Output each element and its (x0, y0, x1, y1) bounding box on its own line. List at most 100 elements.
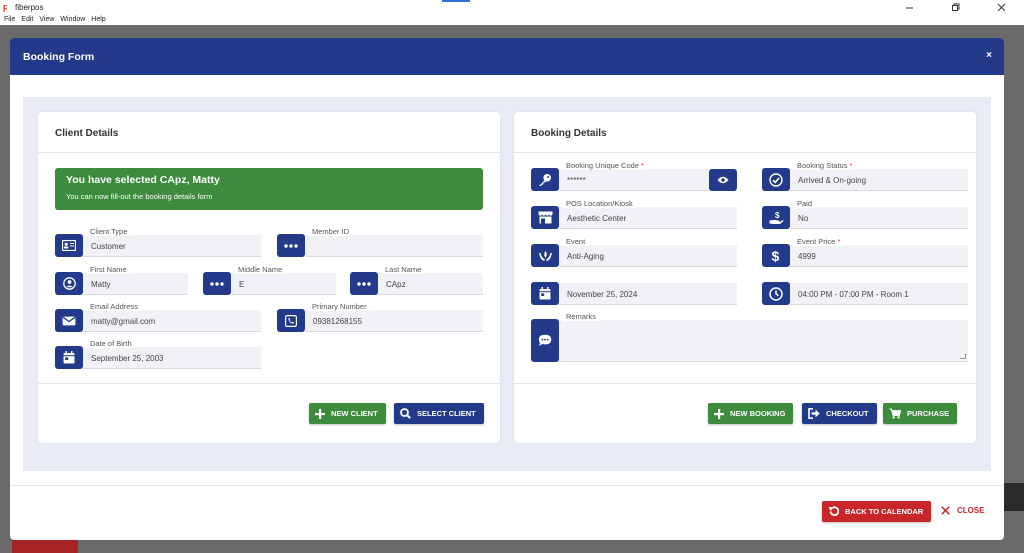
card-divider (514, 383, 976, 384)
phone-icon (277, 309, 305, 332)
user-circle-icon (55, 272, 83, 295)
booking-date-field[interactable]: November 25, 2024 (531, 282, 737, 305)
client-type-field[interactable]: Customer Client Type (55, 227, 261, 257)
paid-label: Paid (794, 199, 816, 208)
new-client-button[interactable]: NEW CLIENT (309, 403, 386, 424)
event-price-field[interactable]: $ 4999 Event Price * (762, 237, 968, 267)
store-icon (531, 206, 559, 229)
svg-text:$: $ (772, 249, 780, 263)
remarks-label: Remarks (563, 312, 600, 321)
menu-window[interactable]: Window (60, 16, 85, 23)
window-titlebar: ϝ fiberpos (0, 0, 1024, 14)
event-price-label: Event Price * (794, 237, 844, 246)
menubar: File Edit View Window Help (0, 14, 1024, 25)
clock-icon (762, 282, 790, 305)
date-of-birth-value: September 25, 2003 (91, 354, 164, 363)
titlebar-accent (442, 0, 470, 2)
search-icon (400, 408, 411, 419)
background-button-edge (12, 540, 78, 553)
card-divider (38, 383, 500, 384)
back-to-calendar-button[interactable]: BACK TO CALENDAR (822, 501, 932, 522)
sign-out-icon (808, 408, 820, 419)
booking-status-field[interactable]: Arrived & On-going Booking Status * (762, 161, 968, 191)
new-booking-button[interactable]: NEW BOOKING (708, 403, 794, 424)
booking-form-modal: Booking Form × Client Details You have s… (10, 38, 1004, 540)
booking-unique-code-value: ****** (567, 176, 586, 185)
purchase-button[interactable]: PURCHASE (883, 403, 958, 424)
booking-status-value: Arrived & On-going (798, 176, 867, 185)
client-details-title: Client Details (55, 128, 119, 139)
menu-help[interactable]: Help (91, 16, 105, 23)
date-of-birth-field[interactable]: September 25, 2003 Date of Birth (55, 339, 261, 369)
email-field[interactable]: matty@gmail.com Email Address (55, 302, 261, 332)
date-of-birth-label: Date of Birth (87, 339, 135, 348)
booking-time-field[interactable]: 04:00 PM - 07:00 PM - Room 1 (762, 282, 968, 305)
first-name-label: First Name (87, 265, 130, 274)
window-close-button[interactable] (978, 0, 1024, 14)
member-id-label: Member ID (309, 227, 353, 236)
card-divider (514, 152, 976, 153)
restore-button[interactable] (932, 0, 978, 14)
event-label: Event (563, 237, 589, 246)
booking-unique-code-field[interactable]: ****** Booking Unique Code * (531, 161, 737, 191)
middle-name-label: Middle Name (235, 265, 286, 274)
menu-file[interactable]: File (4, 16, 15, 23)
event-price-value: 4999 (798, 252, 816, 261)
email-label: Email Address (87, 302, 141, 311)
show-code-button[interactable] (709, 169, 737, 191)
purchase-label: PURCHASE (907, 409, 950, 418)
event-value: Anti-Aging (567, 252, 604, 261)
event-field[interactable]: Anti-Aging Event (531, 237, 737, 267)
plus-icon (315, 408, 325, 419)
booking-time-value: 04:00 PM - 07:00 PM - Room 1 (798, 290, 909, 299)
close-icon (997, 3, 1005, 11)
close-icon (941, 506, 950, 515)
last-name-field[interactable]: CApz Last Name (350, 265, 483, 295)
undo-icon (828, 506, 839, 516)
dollar-icon: $ (762, 244, 790, 267)
paid-value: No (798, 214, 809, 223)
middle-name-field[interactable]: E Middle Name (203, 265, 336, 295)
select-client-button[interactable]: SELECT CLIENT (394, 403, 484, 424)
new-booking-label: NEW BOOKING (730, 409, 786, 418)
first-name-field[interactable]: Matty First Name (55, 265, 188, 295)
member-id-field[interactable]: Member ID (277, 227, 483, 257)
banner-subtitle: You can now fill-out the booking details… (66, 192, 213, 201)
checkout-button[interactable]: CHECKOUT (802, 403, 877, 424)
dots-icon (350, 272, 378, 295)
modal-close-icon[interactable]: × (986, 50, 992, 61)
banner-title: You have selected CApz, Matty (66, 174, 220, 186)
last-name-label: Last Name (382, 265, 425, 274)
footer-divider (10, 485, 1004, 486)
paid-field[interactable]: $ No Paid (762, 199, 968, 229)
booking-details-card: Booking Details ****** Booking Unique Co… (514, 112, 976, 443)
eye-icon (717, 176, 729, 184)
resize-handle[interactable] (960, 353, 966, 359)
fiberpos-logo-icon: ϝ (3, 1, 8, 12)
pos-location-field[interactable]: Aesthetic Center POS Location/Kiosk (531, 199, 737, 229)
modal-header: Booking Form × (10, 38, 1004, 75)
menu-edit[interactable]: Edit (21, 16, 33, 23)
new-client-label: NEW CLIENT (331, 409, 378, 418)
remarks-field[interactable]: Remarks (531, 312, 968, 362)
first-name-value: Matty (91, 280, 111, 289)
checkout-label: CHECKOUT (826, 409, 869, 418)
envelope-icon (55, 309, 83, 332)
pos-location-value: Aesthetic Center (567, 214, 627, 223)
client-type-value: Customer (91, 242, 126, 251)
email-value: matty@gmail.com (91, 317, 156, 326)
close-label: CLOSE (957, 506, 985, 515)
cart-icon (889, 408, 901, 419)
close-button[interactable]: CLOSE (941, 506, 985, 515)
svg-text:$: $ (775, 211, 780, 220)
primary-number-field[interactable]: 09381268155 Primary Number (277, 302, 483, 332)
calendar-icon (55, 346, 83, 369)
dots-icon (277, 234, 305, 257)
client-details-card: Client Details You have selected CApz, M… (38, 112, 500, 443)
modal-title: Booking Form (23, 50, 95, 63)
card-divider (38, 152, 500, 153)
minimize-button[interactable] (886, 0, 932, 14)
plus-icon (714, 408, 724, 419)
middle-name-value: E (239, 280, 245, 289)
menu-view[interactable]: View (39, 16, 54, 23)
